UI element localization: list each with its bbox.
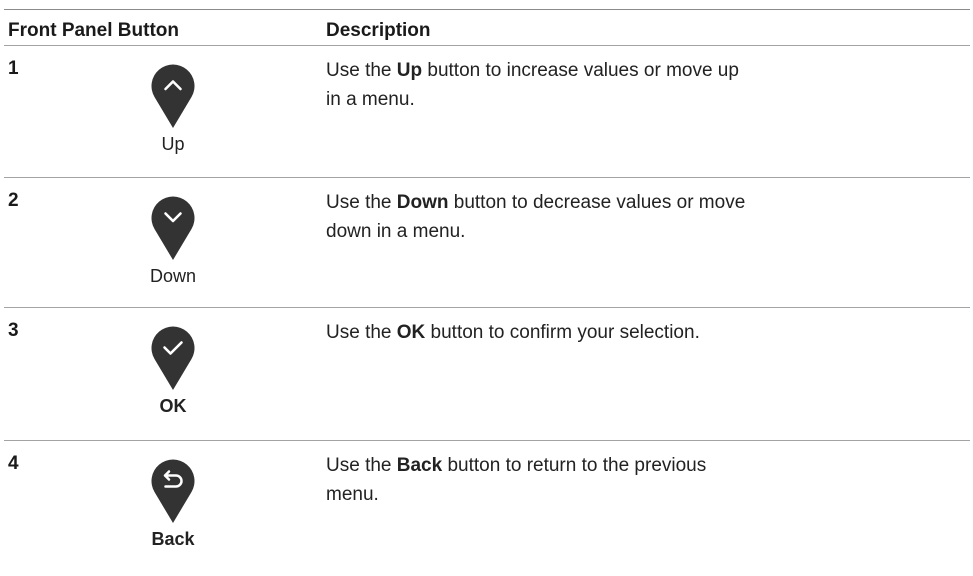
row-description: Use the OK button to confirm your select… <box>326 318 746 347</box>
button-caption: Up <box>161 134 185 154</box>
table-row-up: 1 Up Use the Up button to increase value… <box>4 46 970 177</box>
description-text: Use the <box>326 322 397 343</box>
header-description: Description <box>326 20 431 41</box>
description-bold: OK <box>396 322 426 343</box>
description-text: Use the <box>326 192 397 213</box>
chevron-down-icon <box>151 196 195 260</box>
description-bold: Up <box>396 60 423 81</box>
button-illustration-up: Up <box>123 62 223 155</box>
description-text: button to confirm your selection. <box>425 322 700 343</box>
row-description: Use the Down button to decrease values o… <box>326 188 746 246</box>
table-row-ok: 3 OK Use the OK button to confirm your s… <box>4 308 970 440</box>
description-bold: Down <box>396 192 449 213</box>
chevron-up-icon <box>151 64 195 128</box>
row-number: 1 <box>8 58 19 79</box>
row-description: Use the Back button to return to the pre… <box>326 451 746 509</box>
button-illustration-down: Down <box>123 194 223 287</box>
header-front-panel-button: Front Panel Button <box>8 20 179 41</box>
row-number: 2 <box>8 190 19 211</box>
button-caption: Down <box>149 266 197 286</box>
description-bold: Back <box>396 455 443 476</box>
button-illustration-back: Back <box>123 457 223 550</box>
table-header-row: Front Panel Button Description <box>4 10 970 45</box>
table-row-down: 2 Down Use the Down button to decrease v… <box>4 178 970 307</box>
table-row-back: 4 Back Use the Back button to return to … <box>4 441 970 576</box>
button-caption: Back <box>151 529 195 549</box>
button-caption: OK <box>159 396 187 416</box>
button-illustration-ok: OK <box>123 324 223 417</box>
row-description: Use the Up button to increase values or … <box>326 56 746 114</box>
front-panel-button-table: Front Panel Button Description 1 Up Use … <box>4 9 970 576</box>
row-number: 4 <box>8 453 19 474</box>
description-text: Use the <box>326 60 397 81</box>
row-number: 3 <box>8 320 19 341</box>
back-arrow-icon <box>151 459 195 523</box>
checkmark-icon <box>151 326 195 390</box>
description-text: Use the <box>326 455 397 476</box>
